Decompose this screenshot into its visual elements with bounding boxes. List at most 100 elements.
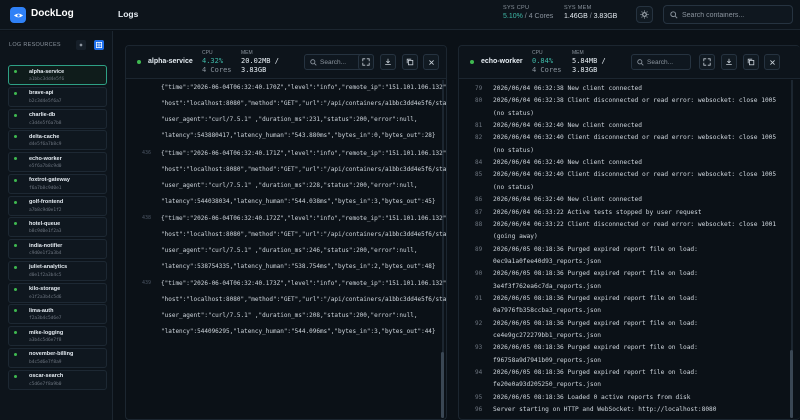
copy-button[interactable] [402,54,418,70]
sidebar-item-alpha-service[interactable]: alpha-service a1bbc3dd4e5f6 [8,65,107,85]
sys-cpu-cores: 4 Cores [528,13,554,20]
theme-toggle-button[interactable] [636,6,653,23]
log-text: fe20e0a93d205250_reports.json [493,381,602,389]
status-dot [14,222,17,226]
sidebar-item-hotel-queue[interactable]: hotel-queue b8c9d0e1f2a3 [8,217,107,238]
download-button[interactable] [721,54,737,70]
resource-name: foxtrot-gateway [29,177,70,184]
download-button[interactable] [380,54,396,70]
resource-name: golf-frontend [29,199,64,205]
log-text: (no status) [493,146,534,154]
log-line: 80 2026/06/04 06:32:38 Client disconnecte… [459,97,789,109]
copy-button[interactable] [743,54,759,70]
log-output[interactable]: 79 2026/06/04 06:32:38 New client connect… [459,80,800,419]
line-number: 87 [475,208,483,216]
sidebar-item-golf-frontend[interactable]: golf-frontend a7b8c9d0e1f2 [8,195,107,216]
log-line: 87 2026/06/04 06:33:22 Active tests stopp… [459,209,789,221]
resource-id: d4e5f6a7b8c9 [29,142,62,148]
sidebar-item-echo-worker[interactable]: echo-worker e5f6a7b8c9d0 [8,152,107,172]
resource-id: a3b4c5d6e7f8 [29,338,62,343]
log-text: 2026/06/05 08:18:36 Loaded 0 active repo… [493,393,691,401]
line-number: 82 [475,134,483,142]
log-text: 2026/06/05 08:18:36 Purged expired repor… [493,245,698,253]
log-line: 84 2026/06/04 06:32:40 New client connect… [459,159,789,171]
grid-view-button[interactable] [94,40,104,50]
log-line: 79 2026/06/04 06:32:38 New client connect… [459,85,789,97]
container-search[interactable] [663,5,793,24]
sidebar-item-oscar-search[interactable]: oscar-search c5d6e7f8a9b0 [8,369,107,390]
sidebar-item-lima-auth[interactable]: lima-auth f2a3b4c5d6e7 [8,304,107,325]
resource-id: a1bbc3dd4e5f6 [29,77,65,82]
log-line: (going away) [459,233,789,245]
resource-name: hotel-queue [29,220,61,227]
line-number: 92 [475,319,483,327]
mem-total: 3.83GB [241,66,267,74]
log-line: 86 2026/06/04 06:32:40 New client connect… [459,196,789,208]
line-number: 89 [475,245,483,253]
sidebar-item-foxtrot-gateway[interactable]: foxtrot-gateway f6a7b8c9d0e1 [8,173,107,194]
log-output[interactable]: {"time":"2026-06-04T06:32:40.170Z","leve… [126,80,446,419]
log-line: 96 Server starting on HTTP and WebSocket:… [459,406,789,418]
line-number: 91 [475,294,483,302]
log-line: "host":"localhost:8080","method":"GET","… [161,296,447,303]
docklog-logo-icon [10,7,26,23]
expand-icon [362,58,370,66]
resource-name: india-notifier [29,242,63,249]
close-icon [769,59,775,65]
single-view-button[interactable] [76,40,86,50]
expand-button[interactable] [699,54,715,70]
sidebar-item-mike-logging[interactable]: mike-logging a3b4c5d6e7f8 [8,326,107,346]
log-search[interactable] [304,54,364,70]
resource-name: brave-api [29,90,54,97]
sidebar-item-brave-api[interactable]: brave-api b2c3d4e5f6a7 [8,86,107,107]
log-search-input[interactable] [647,57,690,68]
log-line: {"time":"2026-06-04T06:32:40.173Z","leve… [161,280,447,287]
log-line: 88 2026/06/04 06:33:22 Client disconnecte… [459,221,789,233]
sys-cpu-value-row: 5.10% / 4 Cores [503,13,553,20]
resource-id: b2c3d4e5f6a7 [29,98,62,104]
log-text: 3e4f3f762ea6c7da_reports.json [493,282,602,290]
cpu-stat: CPU 4.32% 4 Cores [202,50,232,74]
log-line: "user_agent":"curl/7.5.1" ,"duration_ms"… [161,312,418,319]
resource-id: b4c5d6e7f8a9 [29,359,62,365]
sys-mem-label: SYS MEM [564,5,592,11]
log-search[interactable] [631,54,691,70]
status-dot [14,157,17,160]
log-line: "host":"localhost:8080","method":"GET","… [161,166,447,173]
search-icon [310,59,317,66]
sidebar-item-india-notifier[interactable]: india-notifier c9d0e1f2a3b4 [8,239,107,259]
log-line: (no status) [459,147,789,159]
sidebar-item-kilo-storage[interactable]: kilo-storage e1f2a3b4c5d6 [8,282,107,303]
resource-id: d0e1f2a3b4c5 [29,272,62,278]
line-number: 88 [475,220,483,228]
log-text: 2026/06/04 06:33:22 Client disconnected … [493,220,777,228]
top-bar: DockLog Logs SYS CPU 5.10% / 4 Cores SYS… [0,0,800,30]
sys-mem-value-row: 1.46GB / 3.83GB [564,13,617,20]
close-icon [428,59,434,65]
sidebar-item-november-billing[interactable]: november-billing b4c5d6e7f8a9 [8,347,107,368]
scrollbar-thumb[interactable] [790,350,793,418]
log-text: 2026/06/04 06:32:38 New client connected [493,85,643,92]
sidebar-item-delta-cache[interactable]: delta-cache d4e5f6a7b8c9 [8,130,107,151]
dot-icon [79,43,83,47]
log-line: 0a7976fb358ccba3_reports.json [459,307,789,319]
expand-button[interactable] [358,54,374,70]
line-number: 81 [475,122,483,130]
mem-label: MEM [241,50,253,56]
scrollbar-thumb[interactable] [441,352,444,418]
sidebar-item-charlie-db[interactable]: charlie-db c3d4e5f6a7b8 [8,108,107,129]
close-button[interactable] [423,54,439,70]
sidebar-item-juliet-analytics[interactable]: juliet-analytics d0e1f2a3b4c5 [8,260,107,281]
log-entry: 436 {"time":"2026-06-04T06:32:40.171Z","l… [126,150,446,210]
container-search-input[interactable] [682,9,790,21]
line-number: 96 [475,406,483,414]
log-line: 93 2026/06/05 08:18:36 Purged expired rep… [459,344,789,356]
resource-id: c9d0e1f2a3b4 [29,251,62,256]
log-entry: 438 {"time":"2026-06-04T06:32:40.172Z","l… [126,215,446,275]
mem-value: 5.84MB / [572,57,606,65]
status-dot [14,70,17,73]
resource-id: c5d6e7f8a9b0 [29,381,62,387]
line-number: 86 [475,196,483,204]
log-search-input[interactable] [320,57,363,68]
close-button[interactable] [764,54,780,70]
